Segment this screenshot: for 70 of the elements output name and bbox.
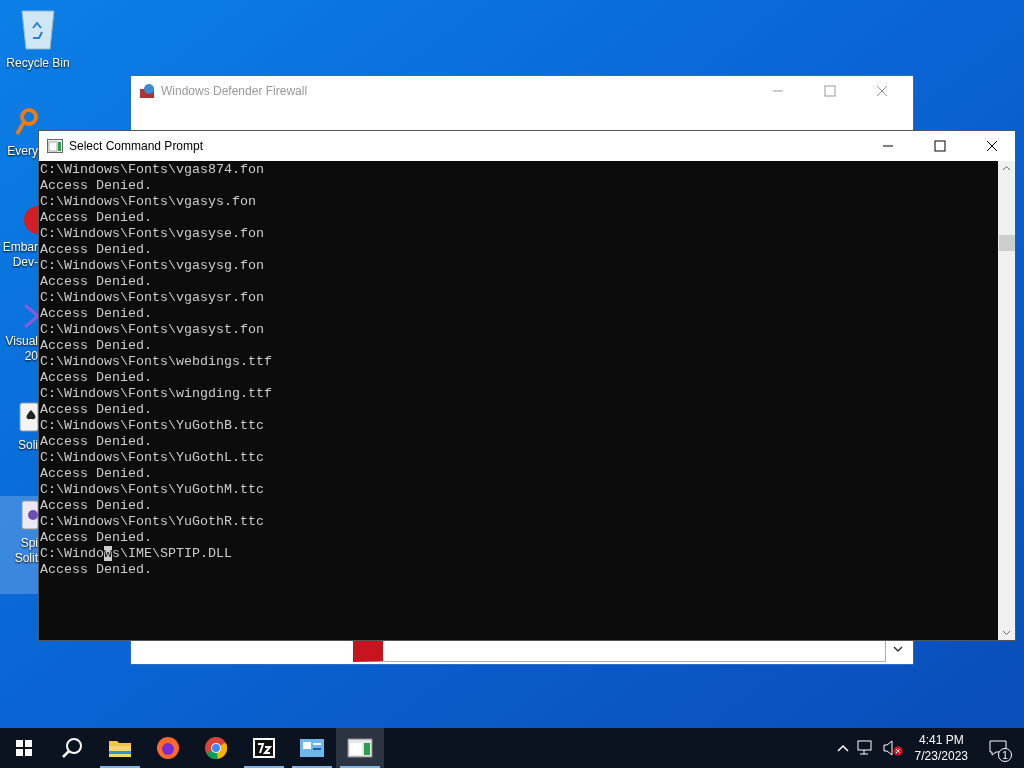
- console-line: Access Denied.: [40, 210, 152, 226]
- taskbar-button[interactable]: [336, 728, 384, 768]
- console-line: Access Denied.: [40, 562, 152, 578]
- control-panel-icon: [299, 738, 325, 758]
- playing-cards-icon: [16, 402, 38, 432]
- console-line: C:\Windows\Fonts\vgasysr.fon: [40, 290, 264, 306]
- chrome-logo-icon: [204, 736, 228, 760]
- icon-label: Soli: [18, 438, 38, 453]
- notification-count: 1: [998, 748, 1012, 762]
- console-line: C:\Windows\Fonts\YuGothB.ttc: [40, 418, 264, 434]
- desktop-icon[interactable]: Recycle Bin: [0, 6, 76, 104]
- console-line: C:\Windows\Fonts\wingding.ttf: [40, 386, 272, 402]
- console-line: C:\Windows\Fonts\webdings.ttf: [40, 354, 272, 370]
- console-line: C:\Windows\Fonts\YuGothR.ttc: [40, 514, 264, 530]
- window-title: Select Command Prompt: [69, 138, 204, 155]
- speaker-muted-icon[interactable]: [882, 740, 903, 756]
- console-line: Access Denied.: [40, 402, 152, 418]
- firewall-icon: [139, 82, 155, 99]
- desktop-icon[interactable]: Every: [0, 104, 38, 202]
- icon-label: Recycle Bin: [6, 56, 70, 71]
- icon-label: Embar: [2, 240, 38, 255]
- console-line: C:\Windows\Fonts\vgasysg.fon: [40, 258, 264, 274]
- clock-date: 7/23/2023: [914, 748, 968, 764]
- console-line: C:\Windows\IME\SPTIP.DLL: [40, 546, 232, 562]
- round-logo-icon: [24, 206, 38, 234]
- clock-time: 4:41 PM: [918, 732, 964, 748]
- console-line: Access Denied.: [40, 466, 152, 482]
- archive-logo-icon: [252, 737, 276, 759]
- network-icon[interactable]: [856, 740, 875, 756]
- console-line: C:\Windows\Fonts\YuGothM.ttc: [40, 482, 264, 498]
- console-line: Access Denied.: [40, 274, 152, 290]
- scroll-down-icon[interactable]: [892, 644, 904, 654]
- console-line: Access Denied.: [40, 178, 152, 194]
- icon-label: Spi: [20, 536, 38, 551]
- icon-label: Dev-: [12, 255, 38, 270]
- magnifier-icon: [16, 108, 38, 138]
- icon-label: Visual: [5, 334, 38, 349]
- chevron-up-icon[interactable]: [836, 744, 849, 752]
- icon-label: Solit: [14, 551, 38, 566]
- scrollbar[interactable]: [998, 161, 1015, 640]
- console-line: C:\Windows\Fonts\vgasyst.fon: [40, 322, 264, 338]
- console-line: C:\Windows\Fonts\vgas874.fon: [40, 162, 264, 178]
- console-line: Access Denied.: [40, 242, 152, 258]
- folder-icon: [108, 738, 132, 758]
- search-icon: [61, 737, 83, 759]
- windows-logo-icon: [16, 740, 32, 756]
- console-line: Access Denied.: [40, 530, 152, 546]
- console-line: Access Denied.: [40, 306, 152, 322]
- desktop-icon[interactable]: Embar Dev-: [0, 202, 38, 300]
- console-line: Access Denied.: [40, 370, 152, 386]
- scroll-thumb[interactable]: [999, 235, 1015, 251]
- desktop-icon[interactable]: Visual 20: [0, 300, 38, 398]
- scroll-up-icon[interactable]: [1002, 165, 1011, 171]
- console-line: Access Denied.: [40, 498, 152, 514]
- console-window-icon: [47, 139, 63, 153]
- icon-label: 20: [24, 349, 38, 364]
- desktop-icon[interactable]: Soli: [0, 398, 38, 496]
- console-line: Access Denied.: [40, 434, 152, 450]
- console-line: C:\Windows\Fonts\YuGothL.ttc: [40, 450, 264, 466]
- window-title: Windows Defender Firewall: [161, 82, 308, 100]
- clock[interactable]: 4:41 PM 7/23/2023: [910, 732, 972, 764]
- icon-label: Every: [7, 144, 38, 159]
- notifications-button[interactable]: 1: [980, 728, 1016, 768]
- console-line: C:\Windows\Fonts\vgasyse.fon: [40, 226, 264, 242]
- desktop-icon[interactable]: Spi Solit: [0, 496, 38, 594]
- console-window-icon: [347, 738, 373, 758]
- console-line: Access Denied.: [40, 338, 152, 354]
- firefox-logo-icon: [156, 736, 180, 760]
- recycle-bin-icon: [21, 10, 55, 50]
- console-line: C:\Windows\Fonts\vgasys.fon: [40, 194, 256, 210]
